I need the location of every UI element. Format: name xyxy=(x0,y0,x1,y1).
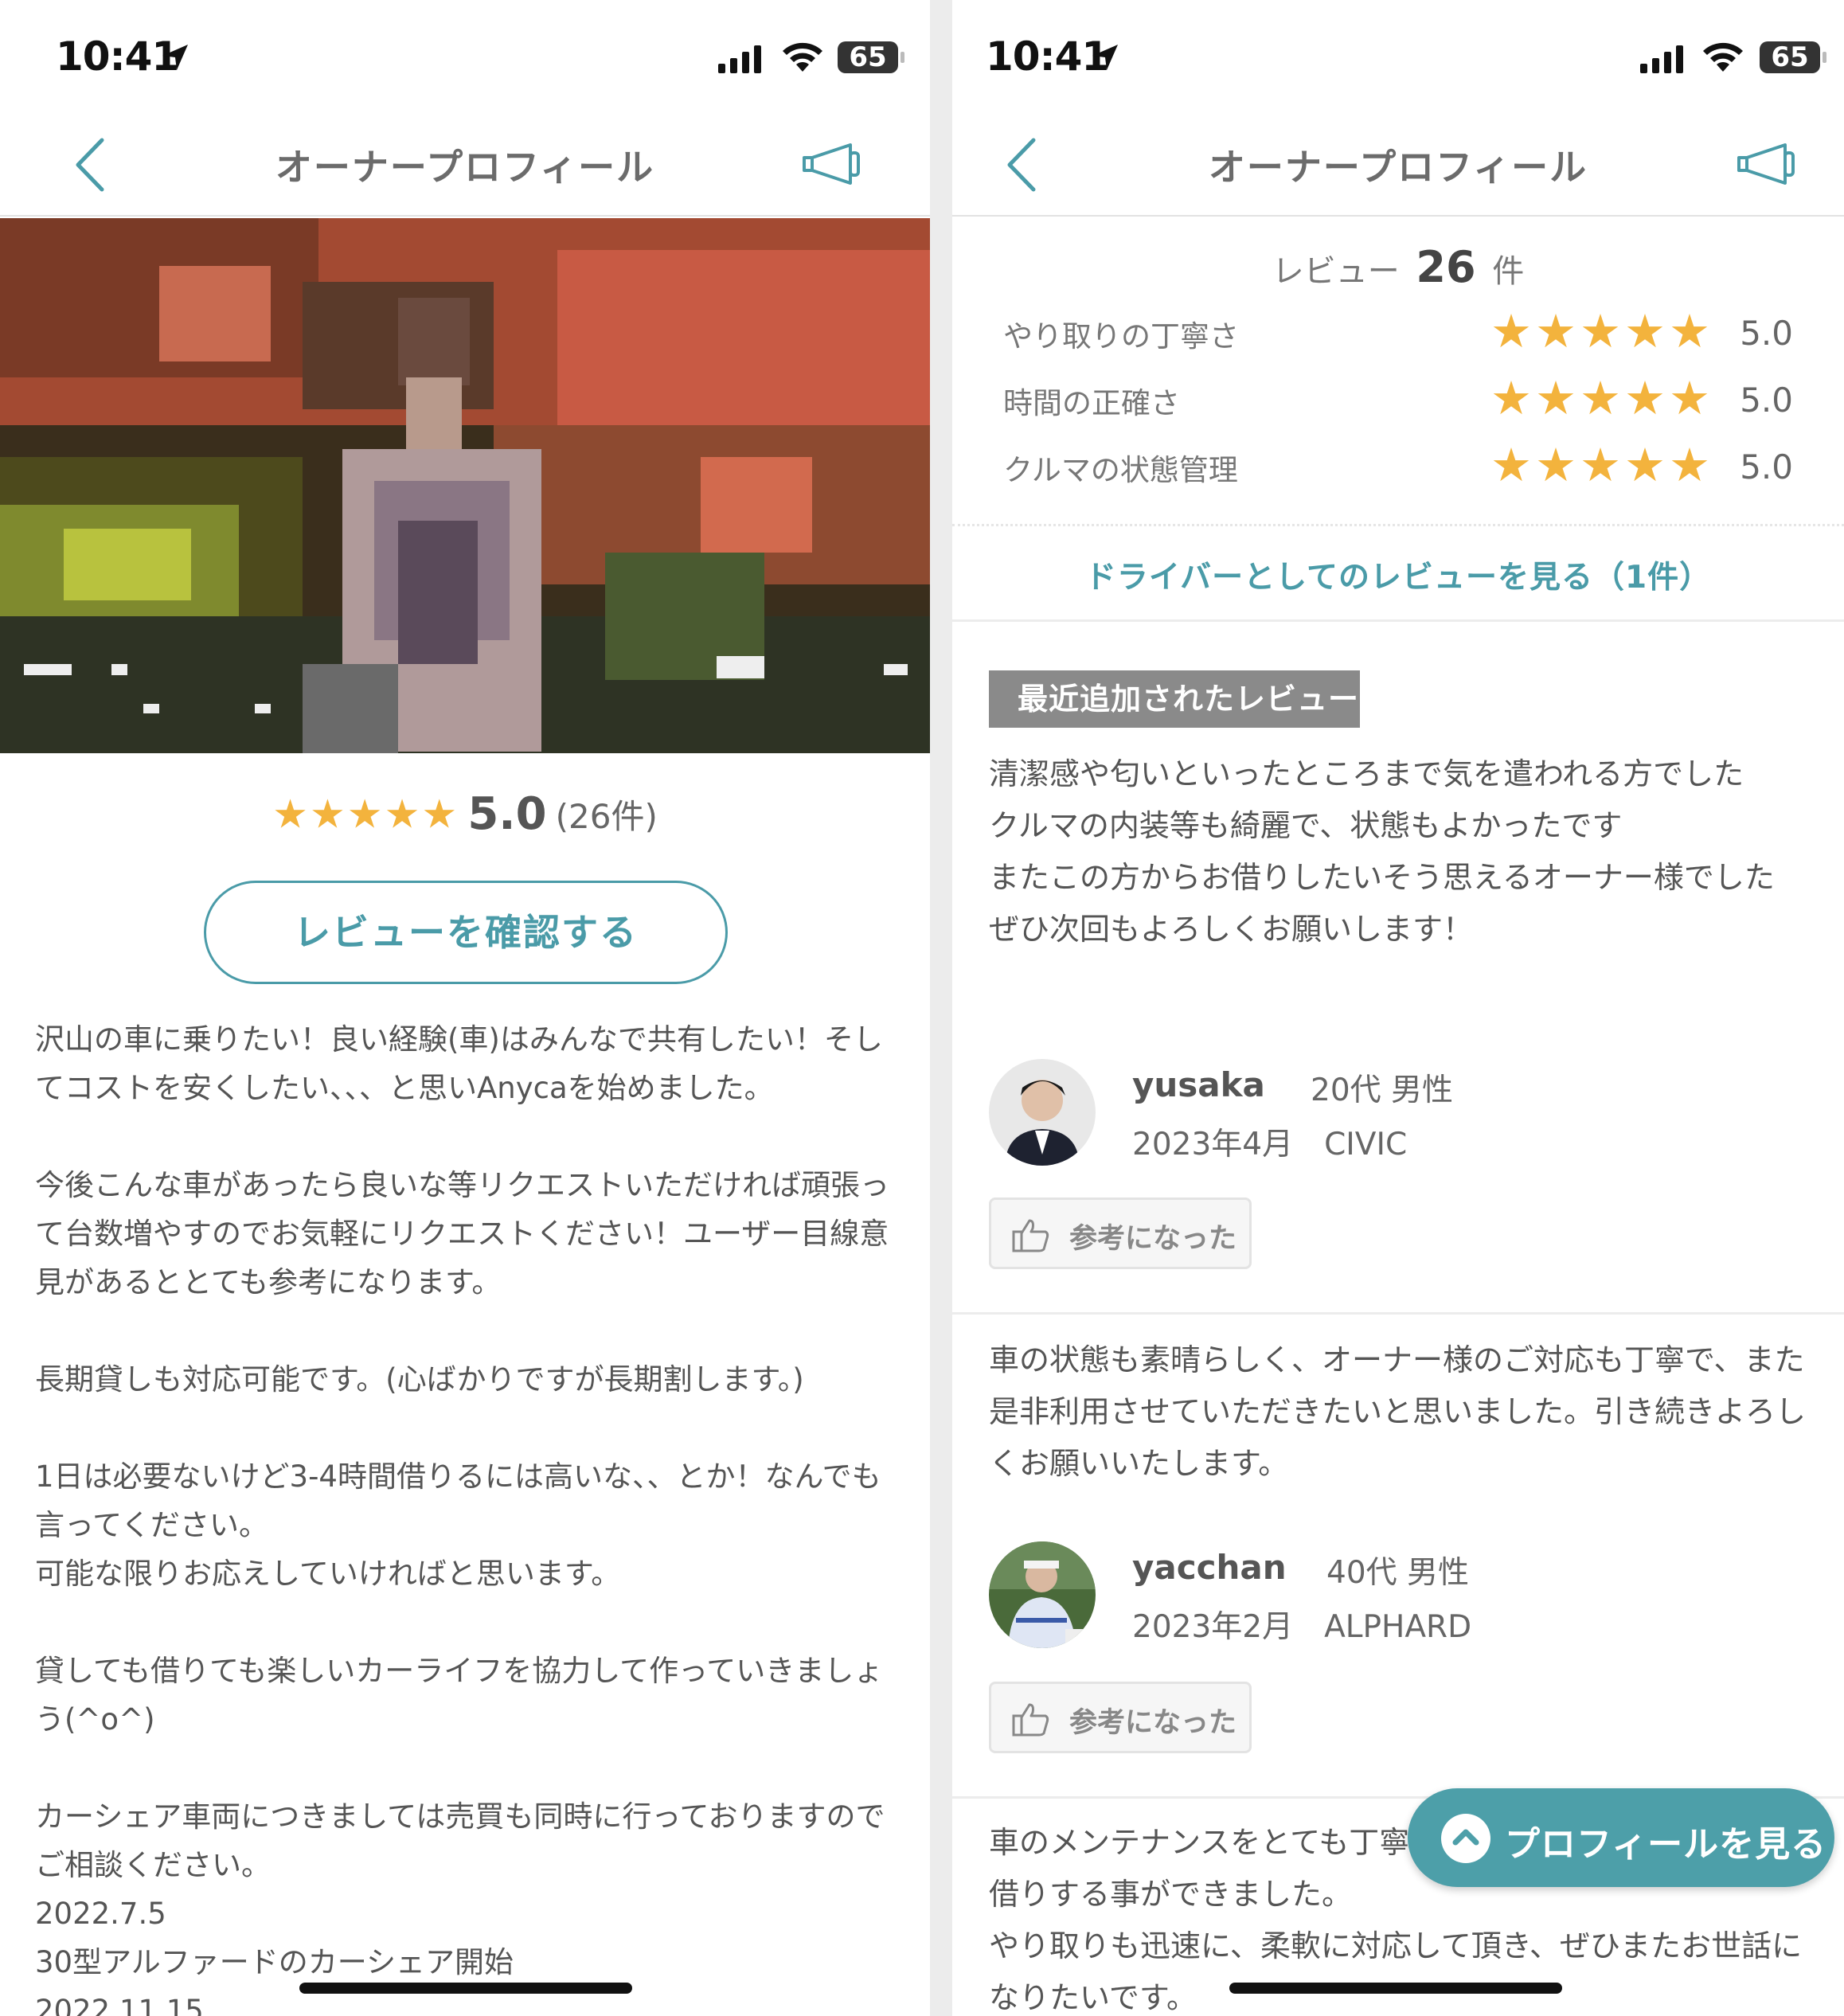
review-count: 26 xyxy=(1416,242,1476,292)
bio-date: 2022.7.5 xyxy=(35,1897,166,1931)
bio-paragraph: カーシェア車両につきましては売買も同時に行っておりますのでご相談ください。 xyxy=(35,1799,885,1882)
reviewer-name: yusaka xyxy=(1132,1065,1265,1104)
review-text: 車の状態も素晴らしく、オーナー様のご対応も丁寧で、また是非利用させていただきたい… xyxy=(989,1342,1807,1481)
recent-reviews-tag: 最近追加されたレビュー xyxy=(989,670,1360,728)
location-arrow-icon xyxy=(1092,45,1118,70)
cellular-signal-icon xyxy=(718,45,761,73)
chevron-up-icon xyxy=(1441,1814,1490,1863)
criterion-label: やり取りの丁寧さ xyxy=(1003,319,1239,354)
reviewer-info: yacchan 40代 男性 2023年2月 ALPHARD xyxy=(989,1541,1705,1653)
wifi-icon xyxy=(1703,42,1743,72)
screenshot-divider xyxy=(930,0,952,2016)
bio-paragraph: 今後こんな車があったら良いな等リクエストいただければ頑張って台数増やすのでお気軽… xyxy=(35,1168,889,1299)
helpful-button[interactable]: 参考になった xyxy=(989,1682,1252,1753)
megaphone-report-icon[interactable] xyxy=(801,142,861,186)
owner-profile-screen: 10:41 65 オーナープロフィール ★★★★★ 5.0 (26件) レビュー… xyxy=(0,0,930,2016)
thumbs-up-icon xyxy=(1012,1219,1049,1252)
page-title: オーナープロフィール xyxy=(275,146,655,189)
reviewer-name: yacchan xyxy=(1132,1548,1287,1587)
cellular-signal-icon xyxy=(1640,45,1683,73)
home-indicator xyxy=(299,1983,632,1994)
home-indicator xyxy=(1229,1983,1562,1994)
rating-count: (26件) xyxy=(555,797,658,836)
review-count-heading: レビュー 26 件 xyxy=(952,242,1844,292)
criterion-value: 5.0 xyxy=(1740,447,1793,486)
criterion-value: 5.0 xyxy=(1740,381,1793,420)
status-bar: 10:41 65 xyxy=(952,0,1844,104)
divider xyxy=(952,619,1844,622)
avatar xyxy=(989,1059,1096,1166)
battery-icon: 65 xyxy=(1760,41,1826,73)
view-profile-label: プロフィールを見る xyxy=(1505,1824,1827,1865)
battery-icon: 65 xyxy=(838,41,904,73)
location-arrow-icon xyxy=(162,45,188,70)
driver-reviews-link[interactable]: ドライバーとしてのレビューを見る（1件） xyxy=(952,553,1844,597)
bio-paragraph: 1日は必要ないけど3-4時間借りるには高いな、、とか！なんでも言ってください。 xyxy=(35,1459,881,1542)
reviewer-age: 40代 男性 xyxy=(1326,1555,1470,1591)
criterion-label: クルマの状態管理 xyxy=(1003,453,1238,487)
bio-paragraph: 可能な限りお応えしていければと思います。 xyxy=(35,1557,621,1591)
page-title: オーナープロフィール xyxy=(1208,146,1588,189)
review-text: 清潔感や匂いといったところまで気を遣われる方でした クルマの内装等も綺麗で、状態… xyxy=(989,756,1775,947)
divider xyxy=(952,524,1844,526)
helpful-button[interactable]: 参考になった xyxy=(989,1197,1252,1269)
rating-score: 5.0 xyxy=(467,788,547,840)
criterion-row: やり取りの丁寧さ ★★★★★ 5.0 xyxy=(1003,304,1793,368)
review-meta: 2023年2月 ALPHARD xyxy=(1132,1609,1472,1645)
owner-reviews-screen: 10:41 65 オーナープロフィール レビュー 26 件 やり取りの丁寧さ ★… xyxy=(952,0,1844,2016)
wifi-icon xyxy=(783,42,822,72)
criterion-stars: ★★★★★ xyxy=(1490,371,1713,425)
criterion-row: クルマの状態管理 ★★★★★ 5.0 xyxy=(1003,438,1793,502)
helpful-label: 参考になった xyxy=(1069,1223,1237,1255)
bio-paragraph: 沢山の車に乗りたい！良い経験(車)はみんなで共有したい！そしてコストを安くしたい… xyxy=(35,1022,883,1105)
owner-rating: ★★★★★ 5.0 (26件) xyxy=(0,788,930,840)
reviewer-age: 20代 男性 xyxy=(1311,1072,1454,1108)
status-bar: 10:41 65 xyxy=(0,0,930,104)
criterion-stars: ★★★★★ xyxy=(1490,438,1713,492)
owner-profile-photo xyxy=(0,218,930,753)
nav-bar: オーナープロフィール xyxy=(0,104,930,217)
bio-paragraph: 30型アルファードのカーシェア開始 xyxy=(35,1945,514,1979)
criterion-row: 時間の正確さ ★★★★★ 5.0 xyxy=(1003,371,1793,435)
helpful-label: 参考になった xyxy=(1069,1707,1237,1739)
check-reviews-button[interactable]: レビューを確認する xyxy=(204,881,728,984)
review-label: レビュー xyxy=(1272,253,1400,290)
reviewer-info: yusaka 20代 男性 2023年4月 CIVIC xyxy=(989,1059,1705,1170)
review-unit: 件 xyxy=(1492,253,1525,290)
bio-paragraph: 貸しても借りても楽しいカーライフを協力して作っていきましょう(^o^) xyxy=(35,1654,884,1737)
view-profile-button[interactable]: プロフィールを見る xyxy=(1408,1788,1834,1887)
bio-paragraph: 長期貸しも対応可能です。(心ばかりですが長期割します。) xyxy=(35,1362,804,1397)
rating-stars: ★★★★★ xyxy=(272,791,459,838)
owner-bio: 沢山の車に乗りたい！良い経験(車)はみんなで共有したい！そしてコストを安くしたい… xyxy=(35,1015,903,2016)
divider xyxy=(952,1312,1844,1315)
megaphone-report-icon[interactable] xyxy=(1736,142,1796,186)
avatar xyxy=(989,1541,1096,1648)
thumbs-up-icon xyxy=(1012,1703,1049,1737)
review-meta: 2023年4月 CIVIC xyxy=(1132,1127,1408,1162)
criterion-stars: ★★★★★ xyxy=(1490,304,1713,358)
criterion-value: 5.0 xyxy=(1740,314,1793,353)
criterion-label: 時間の正確さ xyxy=(1003,386,1180,420)
nav-bar: オーナープロフィール xyxy=(952,104,1844,217)
